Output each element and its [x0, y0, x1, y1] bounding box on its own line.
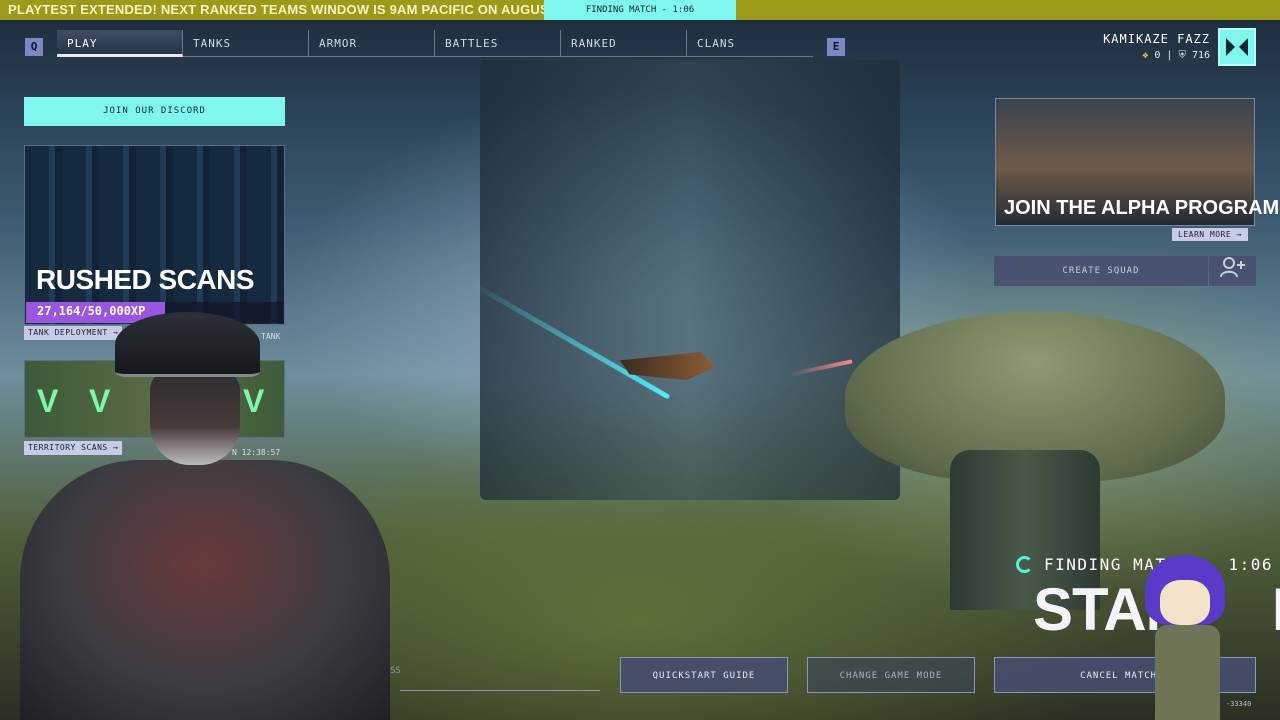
tab-play[interactable]: PLAY	[57, 30, 183, 57]
finding-match-pill: FINDING MATCH - 1:06	[544, 0, 736, 20]
rushed-scans-card[interactable]: RUSHED SCANS	[24, 145, 285, 325]
learn-more-link[interactable]: LEARN MORE →	[1172, 228, 1248, 241]
progress-label: SS	[390, 666, 401, 676]
quickstart-guide-button[interactable]: QUICKSTART GUIDE	[620, 657, 788, 693]
currency-divider: |	[1166, 50, 1173, 61]
add-user-icon[interactable]	[1209, 256, 1256, 286]
background-tower	[480, 60, 900, 500]
create-squad-button[interactable]: CREATE SQUAD	[994, 256, 1208, 286]
progress-line	[400, 690, 600, 691]
username: KAMIKAZE FAZZ	[1103, 32, 1210, 46]
tab-armor[interactable]: ARMOR	[309, 30, 435, 57]
profile-avatar[interactable]	[1218, 28, 1256, 66]
territory-v-mark: V	[243, 383, 265, 419]
tab-battles[interactable]: BATTLES	[435, 30, 561, 57]
streamer-avatar-cap	[115, 312, 260, 377]
territory-v-mark: V	[37, 383, 59, 419]
streamer-avatar-face	[150, 370, 240, 465]
territory-timer: N 12:38:57	[232, 448, 281, 457]
chibi-avatar	[1135, 555, 1245, 720]
territory-scans-link[interactable]: TERRITORY SCANS →	[24, 441, 123, 455]
tab-clans[interactable]: CLANS	[687, 30, 813, 57]
chibi-face	[1160, 580, 1210, 625]
shield-icon: ⛨	[1178, 50, 1186, 61]
xp-text: 27,164/50,000XP	[37, 304, 146, 318]
nav-prev-key[interactable]: Q	[25, 38, 43, 56]
join-discord-button[interactable]: JOIN OUR DISCORD	[24, 97, 285, 126]
currency-row: ❖ 0 | ⛨ 716	[1142, 50, 1210, 61]
game-mode-suffix: D	[1272, 576, 1280, 643]
logo-icon	[1226, 38, 1248, 56]
tab-ranked[interactable]: RANKED	[561, 30, 687, 57]
tab-tanks[interactable]: TANKS	[183, 30, 309, 57]
alpha-program-title: JOIN THE ALPHA PROGRAM	[1004, 197, 1280, 219]
change-game-mode-button[interactable]: CHANGE GAME MODE	[807, 657, 975, 693]
currency-b-value: 716	[1191, 50, 1210, 61]
coin-icon: ❖	[1142, 50, 1149, 61]
banner-text: PLAYTEST EXTENDED! NEXT RANKED TEAMS WIN…	[8, 2, 594, 17]
currency-a-value: 0	[1154, 50, 1161, 61]
alpha-program-card[interactable]: JOIN THE ALPHA PROGRAM	[995, 98, 1279, 226]
nav-next-key[interactable]: E	[827, 38, 845, 56]
spinner-icon	[1016, 556, 1033, 573]
main-nav: PLAY TANKS ARMOR BATTLES RANKED CLANS	[57, 30, 813, 57]
rushed-scans-title: RUSHED SCANS	[36, 264, 255, 295]
streamer-avatar-body	[20, 460, 390, 720]
territory-v-mark: V	[89, 383, 111, 419]
tank-deployment-link[interactable]: TANK DEPLOYMENT →	[24, 326, 123, 340]
chibi-body	[1155, 625, 1220, 720]
